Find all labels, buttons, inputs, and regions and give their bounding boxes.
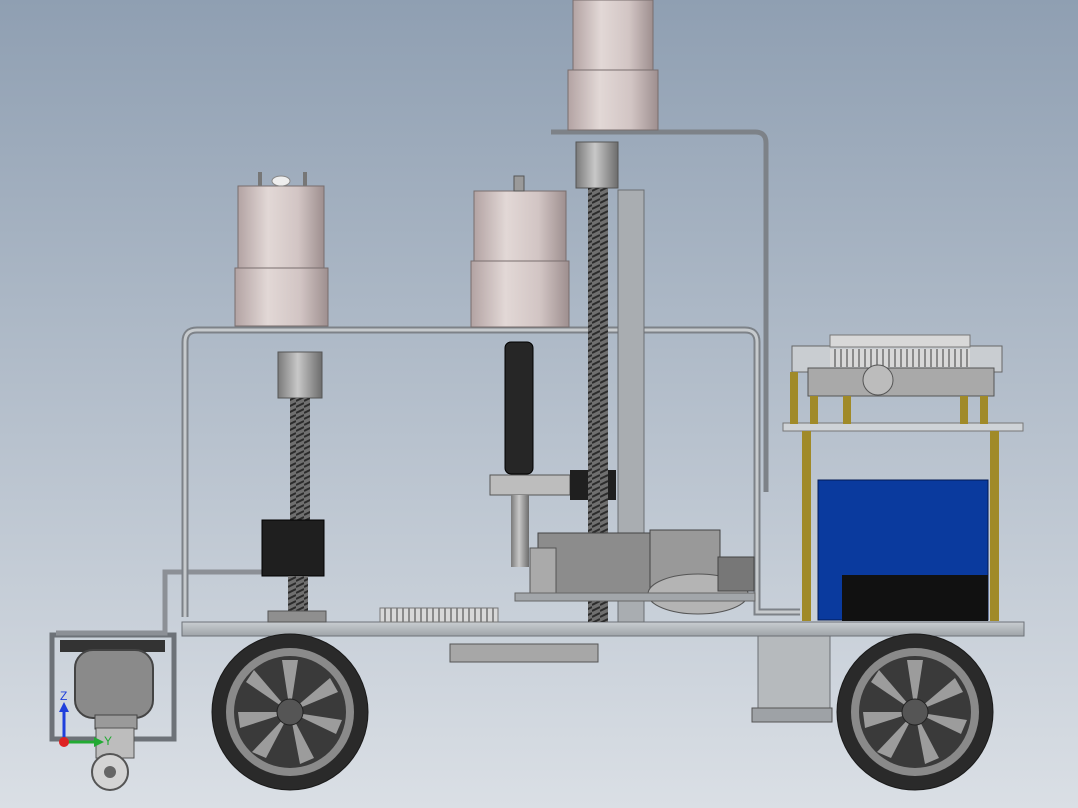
cad-viewport[interactable]: Z Y	[0, 0, 1078, 808]
drive-wheel-right[interactable]	[836, 633, 994, 791]
motor-driver-left	[261, 519, 325, 577]
heatsink-board	[379, 607, 499, 623]
underbody-bar	[449, 643, 599, 663]
triad-y-label: Y	[104, 734, 112, 748]
drive-wheel-left[interactable]	[211, 633, 369, 791]
x-axis-dot	[59, 737, 69, 747]
lead-screw-left	[290, 398, 310, 520]
triad-z-label: Z	[60, 689, 67, 703]
damper-black	[504, 341, 534, 475]
battery-base-block	[842, 575, 988, 621]
rear-motor-housing	[757, 635, 831, 711]
base-plate[interactable]	[181, 621, 1025, 637]
drive-gearbox[interactable]	[514, 529, 756, 615]
robot-cart-model[interactable]: Z Y	[0, 0, 1078, 808]
